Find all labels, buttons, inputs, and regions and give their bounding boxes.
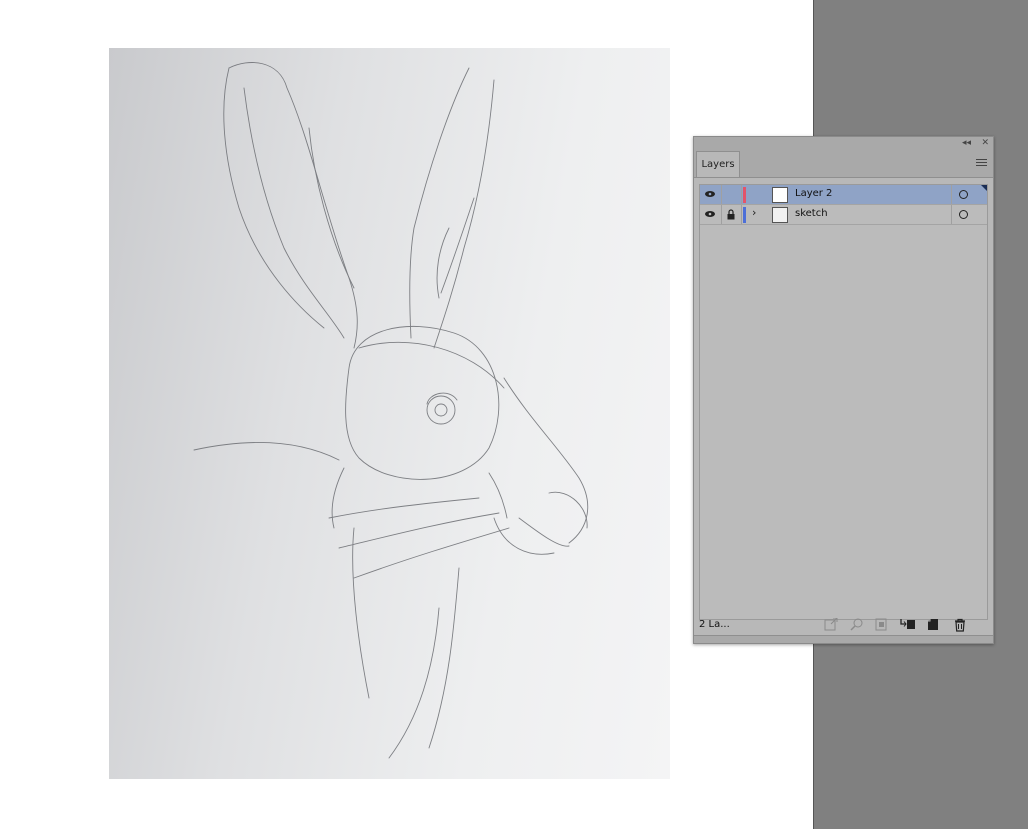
layer-name[interactable]: sketch (795, 208, 828, 219)
locate-object-icon[interactable] (850, 618, 863, 631)
layers-list[interactable]: Layer 2 › sketch (699, 184, 988, 620)
target-circle-icon[interactable] (959, 210, 968, 219)
panel-tab-row: Layers (694, 150, 993, 178)
create-sublayer-icon[interactable] (900, 618, 916, 631)
layer-color-indicator (743, 187, 746, 203)
panel-footer: 2 La... (694, 615, 993, 635)
export-icon[interactable] (824, 618, 838, 631)
panel-menu-icon[interactable] (976, 159, 987, 168)
make-clipping-mask-icon[interactable] (875, 618, 887, 631)
lock-icon[interactable] (727, 209, 735, 220)
hare-sketch-image (193, 62, 589, 759)
current-layer-corner-icon (981, 185, 987, 191)
delete-icon[interactable] (954, 618, 966, 632)
tab-layers[interactable]: Layers (696, 151, 740, 177)
panel-resize-handle[interactable] (694, 635, 993, 643)
layer-row-layer-2[interactable]: Layer 2 (700, 185, 987, 205)
layer-thumbnail (772, 187, 788, 203)
visibility-eye-icon[interactable] (705, 211, 715, 217)
layer-color-indicator (743, 207, 746, 223)
artboard-sketch[interactable] (109, 48, 670, 779)
layer-thumbnail (772, 207, 788, 223)
panel-titlebar[interactable]: ◂◂ ✕ (694, 137, 993, 150)
expand-chevron-icon[interactable]: › (752, 206, 756, 219)
layers-panel: ◂◂ ✕ Layers Layer 2 › sketch 2 La... (693, 136, 994, 644)
layer-row-sketch[interactable]: › sketch (700, 205, 987, 225)
collapse-panel-button[interactable]: ◂◂ (962, 138, 971, 149)
layer-count: 2 La... (699, 619, 730, 630)
target-circle-icon[interactable] (959, 190, 968, 199)
visibility-eye-icon[interactable] (705, 191, 715, 197)
layer-name[interactable]: Layer 2 (795, 188, 832, 199)
new-layer-icon[interactable] (927, 618, 939, 631)
close-panel-button[interactable]: ✕ (981, 138, 989, 149)
